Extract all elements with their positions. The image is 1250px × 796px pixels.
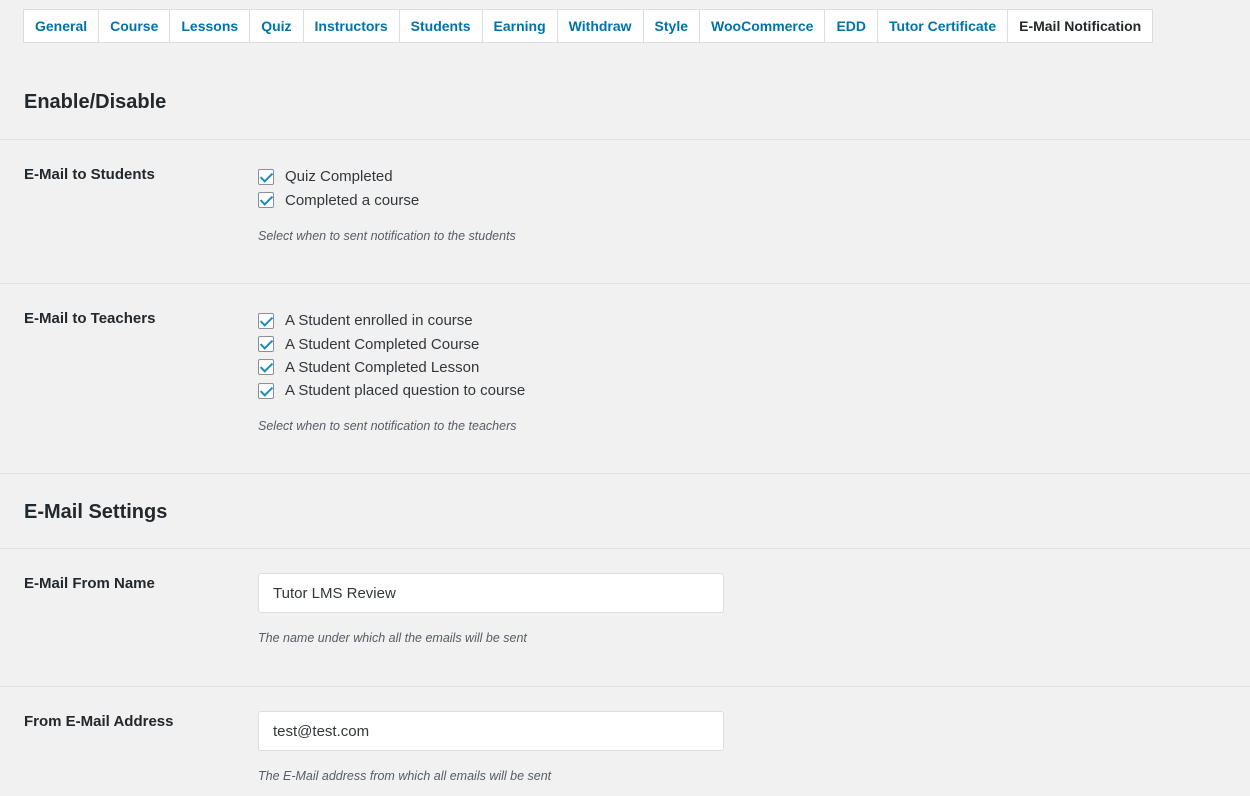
tab-withdraw[interactable]: Withdraw	[557, 10, 644, 42]
divider	[0, 548, 1250, 549]
from-email-address-input[interactable]	[258, 711, 724, 751]
checkbox-checked-icon[interactable]	[258, 382, 274, 399]
checkbox-checked-icon[interactable]	[258, 192, 274, 209]
checkbox-checked-icon[interactable]	[258, 168, 274, 185]
checkbox-checked-icon[interactable]	[258, 336, 274, 353]
tab-lessons[interactable]: Lessons	[170, 10, 251, 42]
divider	[0, 473, 1250, 474]
email-to-teachers-label: E-Mail to Teachers	[24, 310, 156, 327]
tab-tutor-certificate[interactable]: Tutor Certificate	[878, 10, 1009, 42]
tab-woocommerce[interactable]: WooCommerce	[700, 10, 826, 42]
settings-tabs: General Course Lessons Quiz Instructors …	[23, 9, 1154, 43]
divider	[0, 686, 1250, 687]
divider	[0, 139, 1250, 140]
teachers-checkbox-list: A Student enrolled in course A Student C…	[258, 309, 525, 403]
tab-instructors[interactable]: Instructors	[303, 10, 400, 42]
from-address-hint: The E-Mail address from which all emails…	[258, 769, 552, 783]
students-hint: Select when to sent notification to the …	[258, 229, 516, 243]
checkbox-label: Completed a course	[285, 191, 420, 209]
checkbox-student-completed-lesson[interactable]: A Student Completed Lesson	[258, 356, 525, 379]
tab-general[interactable]: General	[24, 10, 100, 42]
checkbox-checked-icon[interactable]	[258, 312, 274, 329]
checkbox-label: A Student Completed Lesson	[285, 358, 480, 376]
email-from-name-input[interactable]	[258, 573, 724, 613]
teachers-hint: Select when to sent notification to the …	[258, 419, 517, 433]
checkbox-label: Quiz Completed	[285, 168, 393, 186]
checkbox-quiz-completed[interactable]: Quiz Completed	[258, 165, 419, 188]
checkbox-label: A Student enrolled in course	[285, 312, 473, 330]
divider	[0, 283, 1250, 284]
email-to-students-label: E-Mail to Students	[24, 166, 155, 183]
checkbox-student-completed-course[interactable]: A Student Completed Course	[258, 332, 525, 355]
students-checkbox-list: Quiz Completed Completed a course	[258, 165, 419, 212]
section-title-email-settings: E-Mail Settings	[24, 501, 168, 523]
tab-email-notification[interactable]: E-Mail Notification	[1008, 10, 1153, 42]
checkbox-label: A Student placed question to course	[285, 382, 526, 400]
section-title-enable-disable: Enable/Disable	[24, 91, 167, 113]
checkbox-checked-icon[interactable]	[258, 359, 274, 376]
tab-course[interactable]: Course	[99, 10, 171, 42]
checkbox-student-placed-question[interactable]: A Student placed question to course	[258, 379, 525, 402]
checkbox-label: A Student Completed Course	[285, 335, 480, 353]
checkbox-completed-course[interactable]: Completed a course	[258, 188, 419, 211]
from-name-hint: The name under which all the emails will…	[258, 631, 527, 645]
checkbox-student-enrolled[interactable]: A Student enrolled in course	[258, 309, 525, 332]
from-email-address-label: From E-Mail Address	[24, 713, 174, 730]
tab-quiz[interactable]: Quiz	[250, 10, 304, 42]
tab-students[interactable]: Students	[399, 10, 483, 42]
tab-earning[interactable]: Earning	[482, 10, 558, 42]
tab-style[interactable]: Style	[643, 10, 701, 42]
tab-edd[interactable]: EDD	[825, 10, 879, 42]
email-from-name-label: E-Mail From Name	[24, 575, 155, 592]
